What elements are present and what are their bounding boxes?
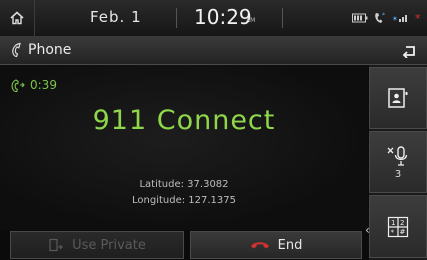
side-button-panel: 3 1 2 * # ‹ — [365, 65, 427, 260]
page-title: Phone — [28, 42, 72, 58]
svg-text:*: * — [382, 12, 385, 19]
keypad-button[interactable]: 1 2 * # — [369, 195, 427, 258]
mic-mute-button[interactable]: 3 — [369, 131, 427, 193]
home-button[interactable] — [0, 0, 35, 36]
end-call-icon — [250, 242, 269, 249]
back-icon — [402, 45, 415, 58]
use-private-button[interactable]: Use Private — [10, 231, 184, 259]
date-label: Feb. 1 — [90, 8, 142, 26]
clock-time: 10:29 — [194, 5, 252, 29]
call-duration: 0:39 — [30, 78, 57, 92]
use-private-label: Use Private — [72, 237, 146, 253]
home-icon — [10, 11, 24, 25]
bottom-button-bar: Use Private End — [0, 231, 368, 260]
battery-icon — [352, 13, 368, 23]
back-button[interactable] — [391, 37, 427, 64]
end-call-label: End — [277, 237, 303, 253]
status-bar: Feb. 1 10:29 AM * ✶ * — [0, 0, 427, 37]
call-active-icon — [11, 79, 25, 93]
divider — [176, 8, 177, 28]
call-name: 911 Connect — [92, 105, 276, 136]
divider — [282, 8, 283, 28]
contacts-icon — [388, 88, 408, 108]
call-info-panel: 0:39 911 Connect Latitude: 37.3082 Longi… — [0, 65, 368, 230]
signal-icon: ✶ — [392, 15, 407, 23]
end-call-button[interactable]: End — [190, 231, 362, 259]
clock-ampm: AM — [246, 17, 256, 24]
status-icons: * ✶ * — [352, 10, 423, 26]
contacts-button[interactable] — [369, 67, 427, 129]
mic-volume-level: 3 — [394, 168, 402, 180]
location-coordinates: Latitude: 37.3082 Longitude: 127.1375 — [0, 177, 368, 209]
private-phone-icon — [49, 238, 63, 252]
svg-text:✶: ✶ — [392, 15, 398, 23]
title-bar: Phone — [0, 37, 427, 65]
svg-text:*: * — [391, 228, 395, 236]
longitude-text: Longitude: 127.1375 — [132, 195, 236, 206]
mic-mute-icon — [387, 145, 408, 166]
keypad-icon: 1 2 * # — [387, 216, 409, 237]
bluetooth-phone-icon: * — [375, 12, 385, 23]
phone-call-screen: Feb. 1 10:29 AM * ✶ * Phone 0:39 911 Con… — [0, 0, 427, 260]
svg-text:2: 2 — [400, 219, 404, 227]
svg-text:*: * — [415, 12, 421, 24]
svg-text:#: # — [400, 228, 406, 236]
alert-icon: * — [415, 12, 421, 24]
svg-text:1: 1 — [391, 219, 395, 227]
phone-icon — [12, 42, 21, 58]
latitude-text: Latitude: 37.3082 — [139, 179, 229, 190]
